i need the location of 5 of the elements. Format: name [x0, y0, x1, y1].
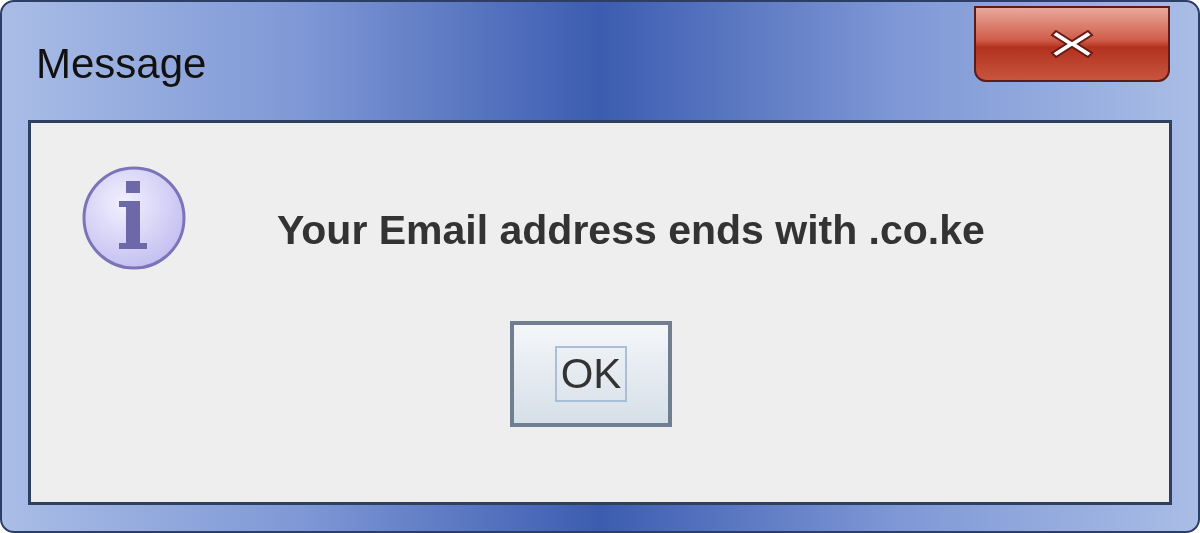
close-icon: [1050, 27, 1094, 61]
close-button[interactable]: [974, 6, 1170, 82]
window-title: Message: [36, 40, 207, 88]
message-text: Your Email address ends with .co.ke: [277, 206, 985, 254]
ok-button[interactable]: OK: [510, 321, 672, 427]
